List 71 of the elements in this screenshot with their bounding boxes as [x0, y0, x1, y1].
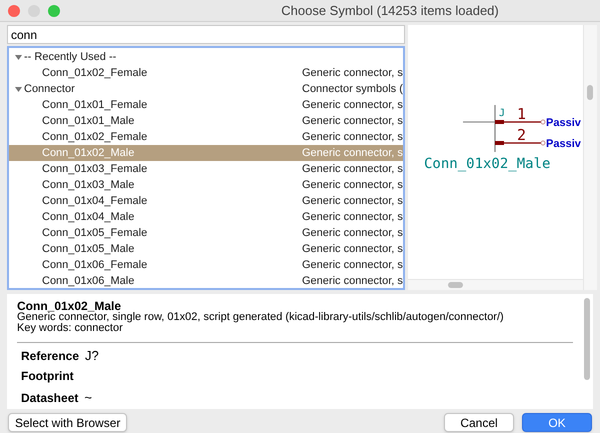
symbol-name: Conn_01x03_Female	[42, 162, 148, 177]
cancel-button[interactable]: Cancel	[444, 413, 514, 432]
tree-row[interactable]: Conn_01x06_Male Generic connector, s	[9, 273, 403, 288]
pin-type-label: Passiv	[546, 117, 581, 129]
field-label: Reference	[21, 350, 80, 363]
horizontal-scrollbar[interactable]	[408, 279, 583, 290]
window-title: Choose Symbol (14253 items loaded)	[280, 2, 500, 20]
close-icon[interactable]	[8, 4, 20, 16]
symbol-title: Conn_01x02_Male	[17, 300, 122, 312]
tree-row[interactable]: Conn_01x04_Male Generic connector, s	[9, 209, 403, 225]
tree-row[interactable]: -- Recently Used --	[9, 49, 403, 65]
tree-row[interactable]: Conn_01x01_Female Generic connector, s	[9, 97, 403, 113]
symbol-name: Connector	[24, 82, 75, 97]
pin-drawing	[494, 120, 546, 124]
pin-number: 2	[516, 126, 526, 144]
field-value: ~	[84, 391, 92, 404]
expanded-triangle-icon[interactable]	[15, 54, 22, 60]
symbol-name: Conn_01x04_Female	[42, 194, 148, 209]
symbol-name: Conn_01x06_Male	[42, 274, 134, 288]
tree-row[interactable]: Conn_01x03_Female Generic connector, s	[9, 161, 403, 177]
symbol-description: Generic connector, s	[302, 162, 403, 177]
reference-label: J	[498, 108, 505, 119]
symbol-description: Generic connector, s	[302, 146, 403, 161]
tree-row[interactable]: Conn_01x03_Male Generic connector, s	[9, 177, 403, 193]
symbol-name: Conn_01x01_Female	[42, 98, 148, 113]
pin-drawing	[494, 140, 546, 146]
tree-row[interactable]: Connector Connector symbols (	[9, 81, 403, 97]
symbol-name: Conn_01x02_Female	[42, 130, 148, 145]
browser-button[interactable]: Select with Browser	[8, 413, 128, 432]
tree-row[interactable]: Conn_01x05_Male Generic connector, s	[9, 241, 403, 257]
symbol-description: Generic connector, s	[302, 242, 403, 257]
search-field[interactable]: conn	[7, 25, 405, 44]
symbol-name: Conn_01x03_Male	[42, 178, 134, 193]
symbol-name: Conn_01x05_Male	[42, 242, 134, 257]
symbol-description: Connector symbols (	[302, 82, 403, 97]
vertical-scrollbar[interactable]	[582, 25, 597, 290]
symbol-name: Conn_01x04_Male	[42, 210, 134, 225]
tree-row[interactable]: Conn_01x05_Female Generic connector, s	[9, 225, 403, 241]
symbol-description: Generic connector, s	[302, 114, 403, 129]
symbol-name: -- Recently Used --	[24, 50, 116, 65]
tree-row[interactable]: Conn_01x04_Female Generic connector, s	[9, 193, 403, 209]
keywords-text: Key words: connector	[17, 323, 123, 334]
symbol-name: Conn_01x05_Female	[42, 226, 148, 241]
ok-button[interactable]: OK	[522, 413, 592, 432]
symbol-description: Generic connector, single row, 01x02, script generated (kicad-library-utils/schlib/autogen/connector/)	[17, 312, 505, 323]
symbol-description: Generic connector, s	[302, 226, 403, 241]
tree-row[interactable]: Conn_01x02_Female Generic connector, s	[9, 65, 403, 81]
symbol-name: Conn_01x06_Female	[42, 258, 148, 273]
symbol-body-line	[494, 105, 496, 152]
symbol-name: Conn_01x02_Female	[42, 66, 148, 81]
symbol-description: Generic connector, s	[302, 194, 403, 209]
symbol-name: Conn_01x02_Male	[42, 146, 134, 161]
tree-row[interactable]: Conn_01x06_Female Generic connector, s	[9, 257, 403, 273]
tree-row[interactable]: Conn_01x02_Female Generic connector, s	[9, 129, 403, 145]
zoom-icon[interactable]	[48, 4, 60, 16]
symbol-description: Generic connector, s	[302, 258, 403, 273]
symbol-description: Generic connector, s	[302, 66, 403, 81]
pin-number: 1	[516, 105, 526, 123]
symbol-description: Generic connector, s	[302, 274, 403, 288]
field-label: Datasheet	[21, 392, 78, 405]
symbol-name: Conn_01x01_Male	[42, 114, 134, 129]
symbol-description: Generic connector, s	[302, 130, 403, 145]
pin-type-label: Passiv	[546, 138, 581, 150]
symbol-description: Generic connector, s	[302, 210, 403, 225]
field-value: J?	[85, 349, 99, 362]
field-label: Footprint	[21, 370, 74, 383]
symbol-description: Generic connector, s	[302, 98, 403, 113]
symbol-description: Generic connector, s	[302, 178, 403, 193]
symbol-value-label: Conn_01x02_Male	[424, 156, 550, 172]
expanded-triangle-icon[interactable]	[15, 86, 22, 92]
tree-row[interactable]: Conn_01x01_Male Generic connector, s	[9, 113, 403, 129]
